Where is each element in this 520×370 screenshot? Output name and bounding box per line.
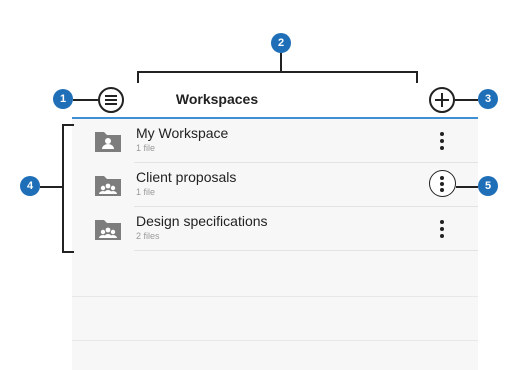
kebab-dot xyxy=(440,176,444,180)
callout-leader-line xyxy=(455,99,478,101)
annotated-screenshot: Workspaces My Workspace 1 file Client pr… xyxy=(0,0,520,370)
kebab-dot xyxy=(440,188,444,192)
title-bracket-left xyxy=(137,71,139,83)
callout-badge-3: 3 xyxy=(478,89,498,109)
workspace-options-button[interactable] xyxy=(429,170,456,197)
kebab-dot xyxy=(440,132,444,136)
list-bracket-left xyxy=(62,124,64,252)
list-bracket-top xyxy=(62,124,74,126)
workspace-name: Client proposals xyxy=(136,169,237,185)
workspace-options-button[interactable] xyxy=(430,215,454,243)
workspace-name: Design specifications xyxy=(136,213,268,229)
kebab-dot xyxy=(440,182,444,186)
workspace-file-count: 2 files xyxy=(136,231,160,241)
folder-group-icon xyxy=(95,176,121,196)
workspace-row-client-proposals[interactable]: Client proposals 1 file xyxy=(72,163,478,207)
callout-leader-line xyxy=(73,99,98,101)
folder-person-icon xyxy=(95,132,121,152)
kebab-dot xyxy=(440,220,444,224)
callout-badge-2: 2 xyxy=(271,33,291,53)
kebab-dot xyxy=(440,227,444,231)
callout-badge-4: 4 xyxy=(20,176,40,196)
title-bracket-top xyxy=(137,71,417,73)
workspace-file-count: 1 file xyxy=(136,187,156,197)
callout-leader-line xyxy=(456,186,478,188)
plus-icon xyxy=(435,93,449,107)
workspace-options-button[interactable] xyxy=(430,127,454,155)
list-bracket-bottom xyxy=(62,251,74,253)
workspace-file-count: 1 file xyxy=(136,143,156,153)
callout-leader-line xyxy=(40,186,62,188)
empty-row-divider xyxy=(72,296,478,297)
folder-group-icon xyxy=(95,220,121,240)
kebab-dot xyxy=(440,139,444,143)
title-bracket-right xyxy=(416,71,418,83)
workspace-name: My Workspace xyxy=(136,125,229,141)
empty-row-divider xyxy=(72,340,478,341)
kebab-dot xyxy=(440,234,444,238)
workspace-row-design-specifications[interactable]: Design specifications 2 files xyxy=(72,207,478,251)
workspace-row-my-workspace[interactable]: My Workspace 1 file xyxy=(72,119,478,163)
callout-badge-1: 1 xyxy=(53,89,73,109)
callout-leader-line xyxy=(280,53,282,71)
row-divider xyxy=(134,250,478,251)
callout-badge-5: 5 xyxy=(478,176,498,196)
add-workspace-button[interactable] xyxy=(429,87,455,113)
page-title: Workspaces xyxy=(175,91,259,107)
kebab-dot xyxy=(440,146,444,150)
